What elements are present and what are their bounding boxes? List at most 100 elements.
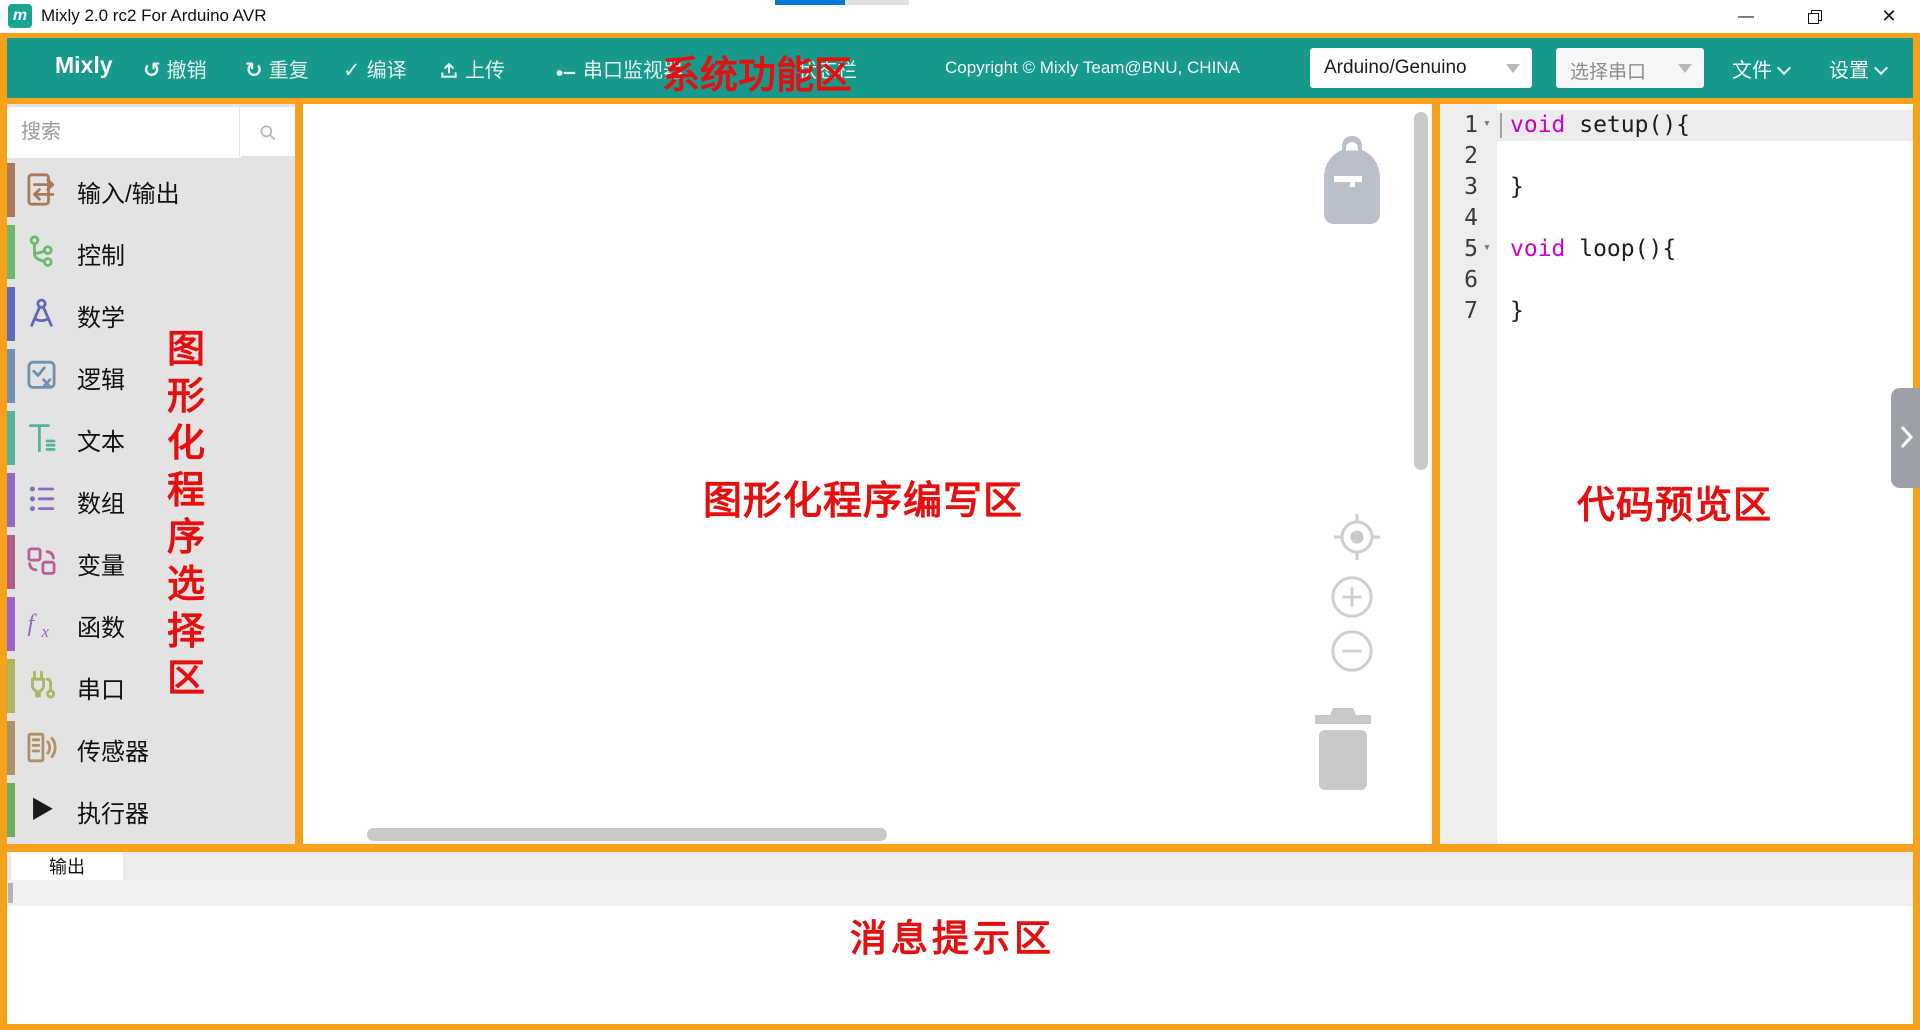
toolbar-button-serial-monitor[interactable]: 串口监视器 <box>555 54 683 83</box>
search-bar <box>7 107 295 156</box>
port-select[interactable]: 选择串口 <box>1556 48 1704 88</box>
line-number: 6 <box>1440 265 1478 296</box>
sidebar-item-label: 数组 <box>77 484 125 519</box>
text-cursor <box>1500 113 1502 138</box>
category-color-bar <box>7 411 15 465</box>
category-color-bar <box>7 597 15 651</box>
sidebar-item-label: 变量 <box>77 546 125 581</box>
code-line: 7} <box>1440 296 1913 327</box>
category-color-bar <box>7 287 15 341</box>
category-color-bar <box>7 783 15 837</box>
copyright-text: Copyright © Mixly Team@BNU, CHINA <box>945 58 1240 78</box>
line-number: 4 <box>1440 203 1478 234</box>
sidebar-item-array[interactable]: 数组 <box>7 469 295 531</box>
svg-text:f: f <box>28 611 38 637</box>
serial-icon <box>24 668 59 703</box>
message-cursor <box>8 883 13 903</box>
zoom-out-button[interactable] <box>1329 628 1375 677</box>
trash-icon[interactable] <box>1311 704 1375 799</box>
code-line: 1▾void setup(){ <box>1440 110 1913 141</box>
function-icon: fx <box>24 606 59 641</box>
plus-icon <box>1329 574 1375 620</box>
sidebar-item-label: 串口 <box>77 670 125 705</box>
sidebar-item-label: 数学 <box>77 298 125 333</box>
system-toolbar: Mixly ↺撤销 ↻重复 ✓编译 上传 串口监视器 状态栏 Copyright © Mi… <box>7 38 1913 98</box>
toolbar-button-check[interactable]: ✓编译 <box>343 54 407 83</box>
block-category-sidebar: 输入/输出控制数学逻辑文本数组变量 fx 函数串口传感器执行器 <box>7 104 295 844</box>
loading-bar-track <box>845 0 909 5</box>
sidebar-item-math[interactable]: 数学 <box>7 283 295 345</box>
sidebar-item-text[interactable]: 文本 <box>7 407 295 469</box>
variable-icon <box>24 544 59 579</box>
sidebar-item-label: 输入/输出 <box>77 174 180 209</box>
collapse-panel-handle[interactable] <box>1891 388 1920 488</box>
category-color-bar <box>7 349 15 403</box>
toolbar-button-upload[interactable]: 上传 <box>439 54 505 83</box>
output-tab[interactable]: 输出 <box>11 852 123 880</box>
code-line: 5▾void loop(){ <box>1440 234 1913 265</box>
sidebar-item-label: 执行器 <box>77 794 149 829</box>
chevron-down-icon <box>1777 61 1791 75</box>
backpack-icon[interactable] <box>1320 134 1384 231</box>
search-button[interactable] <box>239 107 295 156</box>
horizontal-scrollbar[interactable] <box>367 828 887 841</box>
toolbar-button-none[interactable]: 状态栏 <box>797 54 857 83</box>
category-color-bar <box>7 721 15 775</box>
sidebar-item-io[interactable]: 输入/输出 <box>7 159 295 221</box>
loading-bar-filled <box>775 0 845 5</box>
code-line: 4 <box>1440 203 1913 234</box>
settings-menu[interactable]: 设置 <box>1829 54 1886 83</box>
file-menu[interactable]: 文件 <box>1732 54 1789 83</box>
board-select[interactable]: Arduino/Genuino <box>1310 48 1532 88</box>
sidebar-item-label: 函数 <box>77 608 125 643</box>
port-select-value: 选择串口 <box>1570 57 1646 84</box>
search-input[interactable] <box>7 107 241 158</box>
sidebar-item-function[interactable]: fx 函数 <box>7 593 295 655</box>
restore-button[interactable] <box>1792 0 1838 31</box>
sidebar-item-actuator[interactable]: 执行器 <box>7 779 295 841</box>
minus-icon <box>1329 628 1375 674</box>
svg-text:x: x <box>41 622 50 641</box>
sidebar-item-logic[interactable]: 逻辑 <box>7 345 295 407</box>
message-panel: 输出 <box>7 852 1913 1024</box>
zoom-reset-button[interactable] <box>1329 509 1385 568</box>
chevron-right-icon <box>1898 424 1914 450</box>
toolbar-button-redo[interactable]: ↻重复 <box>245 54 309 83</box>
code-preview-panel: 1▾void setup(){23}45▾void loop(){67} <box>1440 104 1913 844</box>
chevron-down-icon <box>1874 61 1888 75</box>
fold-arrow-icon[interactable]: ▾ <box>1483 108 1491 139</box>
minimize-button[interactable]: — <box>1723 0 1769 31</box>
close-button[interactable]: ✕ <box>1866 0 1912 31</box>
sidebar-item-serial[interactable]: 串口 <box>7 655 295 717</box>
code-line: 2 <box>1440 141 1913 172</box>
line-number: 2 <box>1440 141 1478 172</box>
mixly-logo-icon: m <box>8 4 32 28</box>
zoom-in-button[interactable] <box>1329 574 1375 623</box>
board-select-value: Arduino/Genuino <box>1324 57 1467 79</box>
category-color-bar <box>7 473 15 527</box>
sidebar-item-sensor[interactable]: 传感器 <box>7 717 295 779</box>
control-icon <box>24 234 59 269</box>
math-icon <box>24 296 59 331</box>
category-color-bar <box>7 163 15 217</box>
sidebar-item-control[interactable]: 控制 <box>7 221 295 283</box>
sensor-icon <box>24 730 59 765</box>
line-number: 5 <box>1440 234 1478 265</box>
annotated-region-frame: Mixly ↺撤销 ↻重复 ✓编译 上传 串口监视器 状态栏 Copyright © Mi… <box>0 33 1920 1030</box>
vertical-scrollbar[interactable] <box>1414 112 1428 470</box>
code-line: 6 <box>1440 265 1913 296</box>
chevron-down-icon <box>1506 64 1520 73</box>
sidebar-item-label: 文本 <box>77 422 125 457</box>
fold-arrow-icon[interactable]: ▾ <box>1483 232 1491 263</box>
io-icon <box>24 172 59 207</box>
mixly-brand-button[interactable]: Mixly <box>55 52 113 79</box>
code-line: 3} <box>1440 172 1913 203</box>
message-tab-bar: 输出 <box>7 852 1913 880</box>
actuator-icon <box>24 792 59 827</box>
toolbar-button-undo[interactable]: ↺撤销 <box>143 54 207 83</box>
sidebar-item-label: 传感器 <box>77 732 149 767</box>
sidebar-item-variable[interactable]: 变量 <box>7 531 295 593</box>
chevron-down-icon <box>1678 64 1692 73</box>
block-workspace[interactable] <box>303 104 1432 844</box>
sidebar-item-label: 逻辑 <box>77 360 125 395</box>
